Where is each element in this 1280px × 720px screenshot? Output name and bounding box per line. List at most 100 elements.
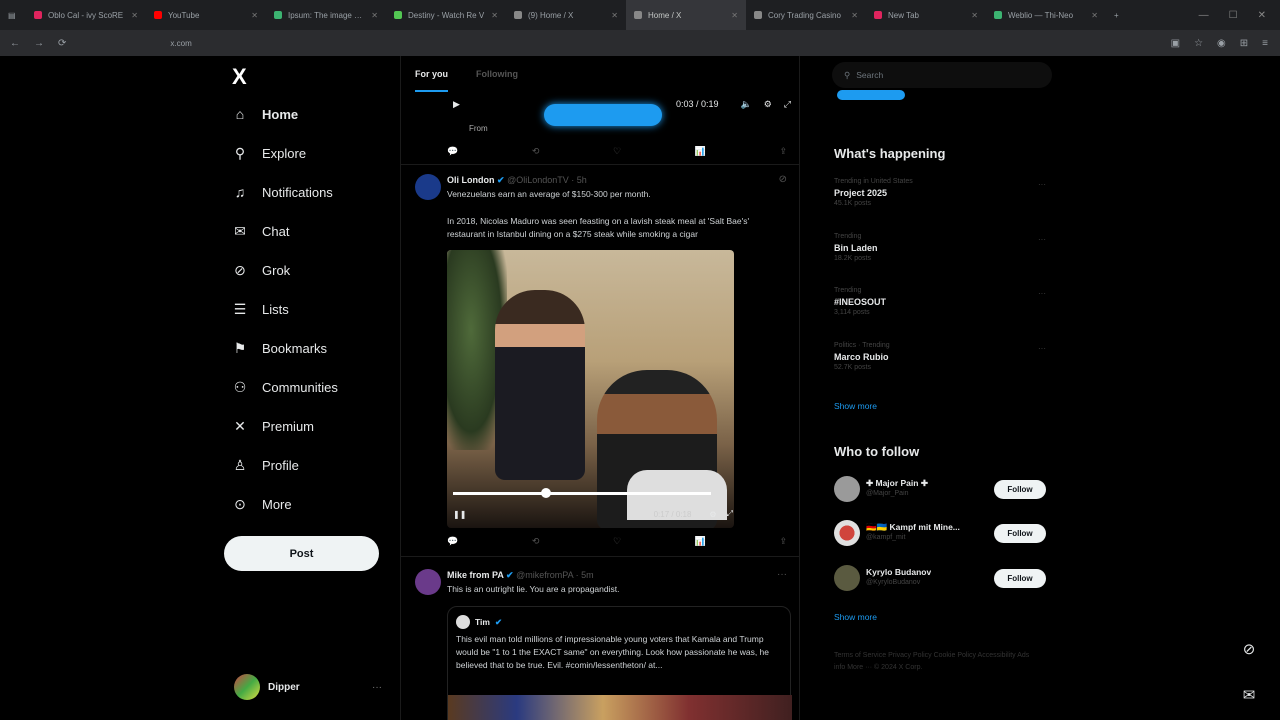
repost-icon[interactable]: ⟲ [532, 536, 540, 547]
tab-following[interactable]: Following [462, 56, 532, 92]
follow-suggestion[interactable]: Kyrylo Budanov @KyryloBudanov Follow [834, 563, 1046, 593]
settings-icon[interactable]: ⚙ [764, 99, 772, 110]
extensions-icon[interactable]: ⊞ [1240, 38, 1248, 49]
trends-show-more-link[interactable]: Show more [834, 401, 877, 411]
follow-show-more-link[interactable]: Show more [834, 612, 877, 622]
reply-icon[interactable]: 💬 [447, 146, 458, 157]
bookmark-star-icon[interactable]: ☆ [1194, 38, 1203, 49]
more-dots-icon[interactable]: ··· [372, 682, 382, 693]
nav-item-explore[interactable]: ⚲ Explore [232, 145, 306, 162]
trend-item[interactable]: Politics · Trending Marco Rubio 52.7K po… [834, 342, 1046, 371]
avatar[interactable] [415, 569, 441, 595]
close-icon[interactable]: ✕ [611, 11, 618, 20]
more-dots-icon[interactable]: ··· [1038, 344, 1046, 353]
pause-icon[interactable]: ❚❚ [453, 510, 466, 519]
close-icon[interactable]: ✕ [1091, 11, 1098, 20]
like-icon[interactable]: ♡ [613, 536, 621, 547]
browser-tab[interactable]: (9) Home / X ✕ [506, 0, 626, 30]
play-icon[interactable]: ▶ [453, 99, 465, 110]
reload-icon[interactable]: ⟳ [58, 38, 66, 49]
post-author[interactable]: Mike from PA ✔ @mikefromPA · 5m [447, 570, 594, 581]
views-icon[interactable]: 📊 [695, 536, 706, 547]
footer-links[interactable]: Terms of Service Privacy Policy Cookie P… [834, 650, 1034, 674]
close-icon[interactable]: ✕ [131, 11, 138, 20]
browser-tab[interactable]: Ipsum: The image of P ✕ [266, 0, 386, 30]
views-icon[interactable]: 📊 [695, 146, 706, 157]
fullscreen-icon[interactable]: ⤢ [727, 509, 733, 519]
quoted-media[interactable] [448, 695, 792, 720]
minimize-icon[interactable]: — [1199, 10, 1209, 21]
share-icon[interactable]: ⇪ [779, 536, 787, 547]
trend-item[interactable]: Trending Bin Laden 18.2K posts ··· [834, 233, 1046, 262]
suggestion-name[interactable]: ✚ Major Pain ✚ [866, 478, 928, 489]
follow-button[interactable]: Follow [994, 524, 1046, 543]
browser-tab-active[interactable]: Home / X ✕ [626, 0, 746, 30]
avatar[interactable] [834, 565, 860, 591]
post-video[interactable] [447, 250, 734, 528]
follow-button[interactable]: Follow [994, 569, 1046, 588]
tab-for-you[interactable]: For you [401, 56, 462, 92]
video-progress-bar[interactable] [453, 488, 711, 498]
nav-item-communities[interactable]: ⚇ Communities [232, 379, 338, 396]
new-tab-button[interactable]: + [1106, 0, 1132, 30]
x-logo-icon[interactable]: X [232, 64, 247, 90]
close-icon[interactable]: ✕ [371, 11, 378, 20]
nav-item-notifications[interactable]: ♫ Notifications [232, 184, 333, 200]
maximize-icon[interactable]: ☐ [1229, 10, 1238, 21]
reader-icon[interactable]: ▣ [1171, 38, 1180, 49]
suggestion-name[interactable]: Kyrylo Budanov [866, 567, 931, 577]
follow-suggestion[interactable]: ✚ Major Pain ✚ @Major_Pain Follow [834, 474, 1046, 504]
browser-tab[interactable]: Oblo Cal - ivy ScoRE ✕ [26, 0, 146, 30]
mute-icon[interactable]: 🔈 [741, 99, 752, 110]
subscribe-button[interactable] [837, 90, 905, 100]
quoted-post[interactable]: Tim ✔ This evil man told millions of imp… [447, 606, 792, 720]
back-icon[interactable]: ← [10, 38, 20, 49]
forward-icon[interactable]: → [34, 38, 44, 49]
fullscreen-icon[interactable]: ⤢ [784, 99, 791, 110]
nav-item-bookmarks[interactable]: ⚑ Bookmarks [232, 340, 327, 357]
browser-tab[interactable]: YouTube ✕ [146, 0, 266, 30]
browser-tab[interactable]: Destiny - Watch Re V ✕ [386, 0, 506, 30]
nav-item-premium[interactable]: ✕ Premium [232, 418, 314, 435]
close-window-icon[interactable]: ✕ [1258, 10, 1266, 21]
account-switcher[interactable]: Dipper [234, 674, 300, 700]
browser-tab[interactable]: Cory Trading Casino ✕ [746, 0, 866, 30]
messages-float-icon[interactable]: ✉ [1238, 684, 1260, 706]
avatar[interactable] [834, 520, 860, 546]
share-icon[interactable]: ⇪ [779, 146, 787, 157]
nav-item-chat[interactable]: ✉ Chat [232, 223, 289, 240]
grok-icon[interactable]: ⊘ [779, 174, 787, 185]
tab-list-menu[interactable]: ▤ [0, 0, 26, 30]
more-dots-icon[interactable]: ··· [777, 569, 787, 580]
post-button[interactable]: Post [224, 536, 379, 571]
search-input[interactable]: ⚲ Search [832, 62, 1052, 88]
settings-icon[interactable]: ⚙ [709, 510, 716, 519]
more-dots-icon[interactable]: ··· [1038, 180, 1046, 189]
grok-float-icon[interactable]: ⊘ [1238, 638, 1260, 660]
suggestion-name[interactable]: 🇩🇪🇺🇦 Kampf mit Mine... [866, 522, 960, 533]
nav-item-home[interactable]: ⌂ Home [232, 106, 298, 122]
follow-suggestion[interactable]: 🇩🇪🇺🇦 Kampf mit Mine... @kampf_mit Follow [834, 518, 1046, 548]
browser-tab[interactable]: Weblio — Thi-Neo ✕ [986, 0, 1106, 30]
avatar[interactable] [415, 174, 441, 200]
nav-item-lists[interactable]: ☰ Lists [232, 301, 289, 318]
browser-tab[interactable]: New Tab ✕ [866, 0, 986, 30]
nav-item-profile[interactable]: ♙ Profile [232, 457, 299, 474]
more-dots-icon[interactable]: ··· [1038, 289, 1046, 298]
avatar[interactable] [834, 476, 860, 502]
follow-button[interactable]: Follow [994, 480, 1046, 499]
nav-item-more[interactable]: ⊙ More [232, 496, 292, 513]
more-dots-icon[interactable]: ··· [1038, 235, 1046, 244]
close-icon[interactable]: ✕ [971, 11, 978, 20]
repost-icon[interactable]: ⟲ [532, 146, 540, 157]
like-icon[interactable]: ♡ [613, 146, 621, 157]
trend-item[interactable]: Trending #INEOSOUT 3,114 posts ··· [834, 287, 1046, 316]
close-icon[interactable]: ✕ [491, 11, 498, 20]
close-icon[interactable]: ✕ [251, 11, 258, 20]
nav-item-grok[interactable]: ⊘ Grok [232, 262, 290, 279]
video-progress-handle[interactable] [540, 488, 551, 498]
reply-icon[interactable]: 💬 [447, 536, 458, 547]
close-icon[interactable]: ✕ [731, 11, 738, 20]
url-field[interactable]: x.com [170, 39, 191, 48]
close-icon[interactable]: ✕ [851, 11, 858, 20]
